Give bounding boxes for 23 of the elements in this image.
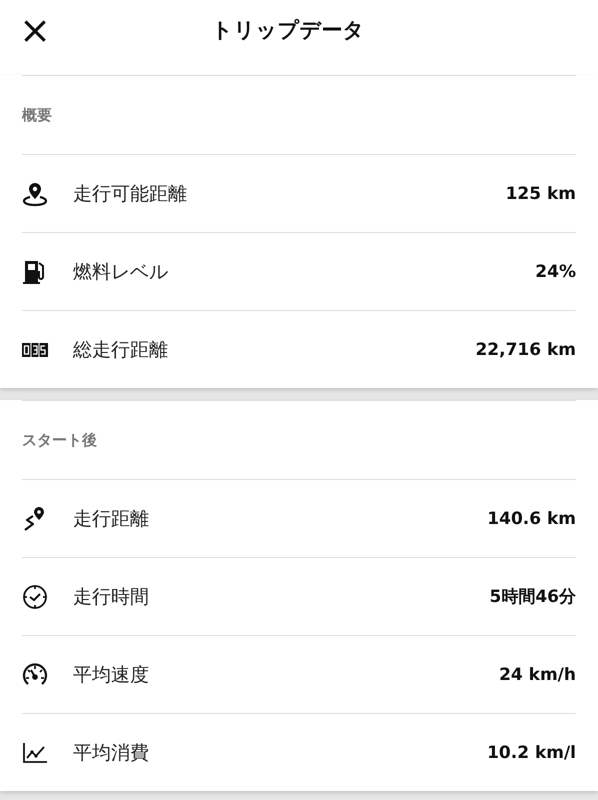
row-value: 24% (535, 262, 576, 282)
row-label: 総走行距離 (73, 338, 169, 362)
odometer-icon (22, 342, 48, 356)
section-title: スタート後 (22, 430, 97, 450)
line-chart-icon (22, 742, 48, 764)
row-value: 10.2 km/l (487, 742, 576, 762)
row-value: 5時間46分 (490, 586, 576, 608)
row-label: 走行距離 (73, 506, 150, 532)
row-label: 走行可能距離 (73, 182, 188, 206)
speedometer-icon (22, 662, 48, 688)
row-label: 燃料レベル (73, 260, 169, 284)
section-title: 概要 (22, 106, 52, 124)
close-button[interactable]: × (22, 13, 48, 47)
location-pin-icon (22, 180, 48, 206)
row-value: 22,716 km (475, 340, 576, 360)
row-label: 走行時間 (73, 584, 150, 610)
clock-icon (22, 584, 48, 610)
row-value: 140.6 km (487, 508, 576, 528)
row-value: 24 km/h (499, 664, 576, 684)
row-value: 125 km (506, 184, 576, 204)
page-title: トリップデータ (210, 17, 366, 44)
row-label: 平均消費 (73, 740, 150, 766)
row-label: 平均速度 (73, 662, 150, 688)
